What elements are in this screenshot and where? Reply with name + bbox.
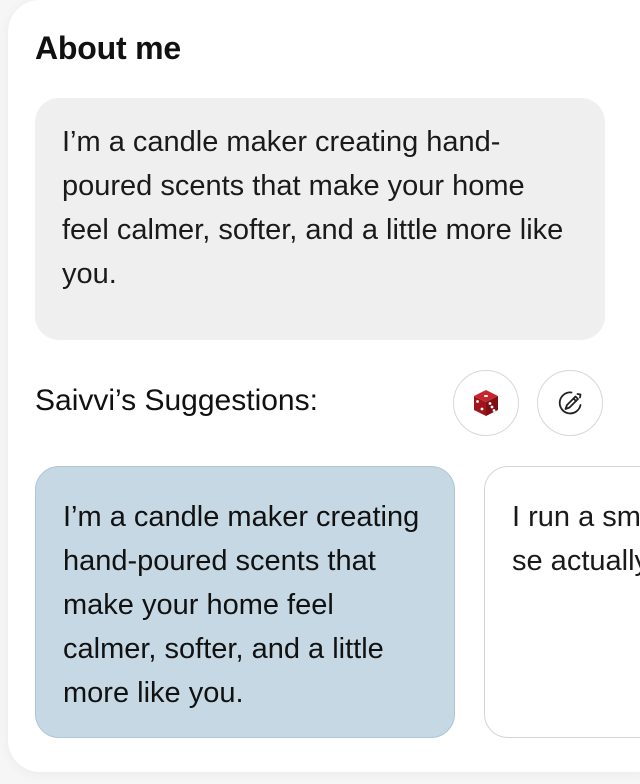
- bio-text-field[interactable]: I’m a candle maker creating hand-poured …: [35, 98, 605, 340]
- dice-icon: [474, 390, 498, 416]
- suggestion-card[interactable]: I run a sm studio m mood-se actually f (…: [484, 466, 640, 738]
- suggestions-label: Saivvi’s Suggestions:: [35, 384, 318, 417]
- rewrite-button[interactable]: [537, 370, 603, 436]
- about-me-card: About me I’m a candle maker creating han…: [8, 0, 640, 772]
- page-title: About me: [35, 30, 181, 66]
- pen-rotate-icon: [558, 391, 582, 415]
- randomize-button[interactable]: [453, 370, 519, 436]
- suggestion-card-selected[interactable]: I’m a candle maker creating hand-poured …: [35, 466, 455, 738]
